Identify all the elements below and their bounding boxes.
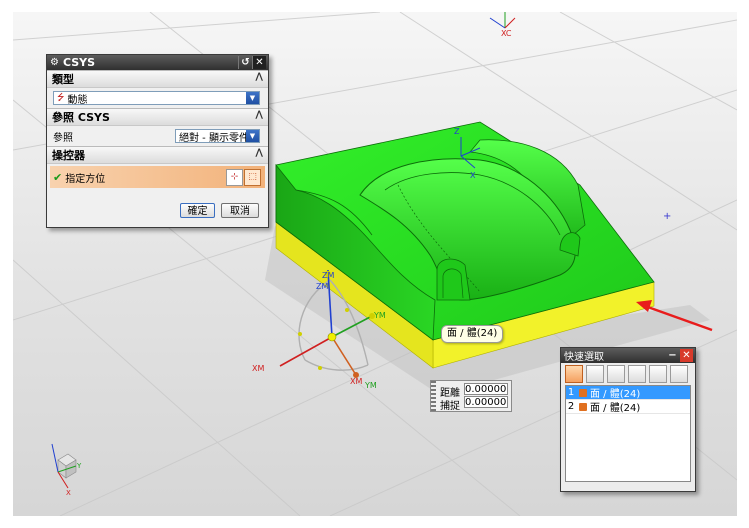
ok-button[interactable]: 確定 (180, 203, 215, 218)
triad-label-x: X (66, 489, 71, 497)
quick-pick-titlebar[interactable]: 快速選取 − ✕ (561, 348, 695, 363)
list-item-number: 2 (567, 401, 575, 412)
type-value: 動態 (67, 94, 88, 106)
filter-body-icon[interactable] (628, 365, 646, 383)
minimize-icon[interactable]: − (666, 349, 679, 362)
section-type-title: 類型 (52, 73, 74, 86)
csys-dialog: ⚙ CSYS ↺ ✕ 類型 ⋀ ⭍ 動態 ▼ 參照 CSYS ⋀ 參照 絕對 -… (46, 54, 269, 228)
point-dialog-icon[interactable]: ⊹ (226, 169, 243, 186)
close-icon[interactable]: ✕ (252, 56, 266, 69)
axis-label-x-small: X (470, 171, 476, 180)
reference-label: 參照 (53, 132, 73, 144)
checkmark-icon: ✔ (53, 170, 63, 184)
crosshair-marker: + (663, 211, 671, 222)
filter-all-icon[interactable] (565, 365, 583, 383)
view-triad: Y X (51, 443, 82, 497)
wcs-axes-top: XC (489, 12, 516, 38)
cancel-button[interactable]: 取消 (221, 203, 259, 218)
reference-row: 參照 絕對 - 顯示零件 ▼ (47, 126, 268, 146)
filter-curve-icon[interactable] (586, 365, 604, 383)
dialog-title: CSYS (62, 56, 96, 69)
list-item[interactable]: 2 面 / 體(24) (566, 400, 690, 414)
specify-orientation-row[interactable]: ✔ 指定方位 ⊹ ⬚ (50, 166, 265, 188)
selection-tooltip: 面 / 體(24) (441, 325, 504, 343)
reset-icon[interactable]: ↺ (238, 56, 252, 69)
gear-icon[interactable]: ⚙ (50, 57, 59, 68)
list-item-number: 1 (567, 387, 575, 398)
chevron-down-icon[interactable]: ▼ (246, 130, 259, 142)
axis-label-xm-bottom: XM (350, 377, 362, 386)
quick-pick-title: 快速選取 (564, 352, 604, 363)
axis-label-zm: ZM (322, 271, 334, 280)
axis-label-xm-left: XM (252, 364, 264, 373)
distance-input[interactable]: 0.00000 (464, 383, 508, 395)
reference-value: 絕對 - 顯示零件 (179, 132, 249, 144)
distance-snap-panel: 距離 0.00000 捕捉 0.00000 (430, 380, 512, 412)
close-icon[interactable]: ✕ (680, 349, 693, 362)
section-type-header[interactable]: 類型 ⋀ (47, 70, 268, 88)
panel-grip[interactable] (431, 381, 436, 411)
triad-label-y: Y (76, 462, 82, 470)
quick-pick-list[interactable]: 1 面 / 體(24) 2 面 / 體(24) (565, 385, 691, 482)
filter-face-icon[interactable] (607, 365, 625, 383)
section-manipulator-title: 操控器 (52, 149, 85, 162)
list-item[interactable]: 1 面 / 體(24) (566, 386, 690, 400)
axis-label-ym-bottom: YM (364, 381, 377, 390)
axis-label-ym-top: YM (373, 311, 386, 320)
list-item-label: 面 / 體(24) (590, 389, 641, 400)
snap-input[interactable]: 0.00000 (464, 396, 508, 408)
csys-titlebar[interactable]: ⚙ CSYS ↺ ✕ (47, 55, 268, 70)
collapse-chevron-icon[interactable]: ⋀ (255, 148, 263, 158)
part-bump-front[interactable] (436, 258, 471, 301)
section-reference-header[interactable]: 參照 CSYS ⋀ (47, 108, 268, 126)
section-manipulator-header[interactable]: 操控器 ⋀ (47, 146, 268, 164)
chevron-down-icon[interactable]: ▼ (246, 92, 259, 104)
face-body-icon (579, 402, 587, 411)
axis-label-z-small: Z (454, 127, 460, 136)
quick-pick-dialog: 快速選取 − ✕ 1 面 / 體(24) 2 面 / 體(24) (560, 347, 696, 492)
filter-other-icon[interactable] (670, 365, 688, 383)
type-row: ⭍ 動態 ▼ (47, 88, 268, 108)
snap-label: 捕捉 (440, 401, 460, 412)
csys-dialog-icon[interactable]: ⬚ (244, 169, 261, 186)
collapse-chevron-icon[interactable]: ⋀ (255, 110, 263, 120)
collapse-chevron-icon[interactable]: ⋀ (255, 72, 263, 82)
type-select[interactable]: ⭍ 動態 ▼ (53, 91, 260, 106)
axis-label-zm-2: ZM (316, 282, 328, 291)
face-body-icon (579, 388, 587, 397)
filter-component-icon[interactable] (649, 365, 667, 383)
list-item-label: 面 / 體(24) (590, 403, 641, 414)
specify-orientation-label: 指定方位 (65, 173, 106, 185)
reference-select[interactable]: 絕對 - 顯示零件 ▼ (175, 129, 260, 144)
section-reference-title: 參照 CSYS (52, 111, 110, 124)
csys-dynamic-icon: ⭍ (57, 93, 65, 103)
axis-label-xc: XC (501, 29, 512, 38)
